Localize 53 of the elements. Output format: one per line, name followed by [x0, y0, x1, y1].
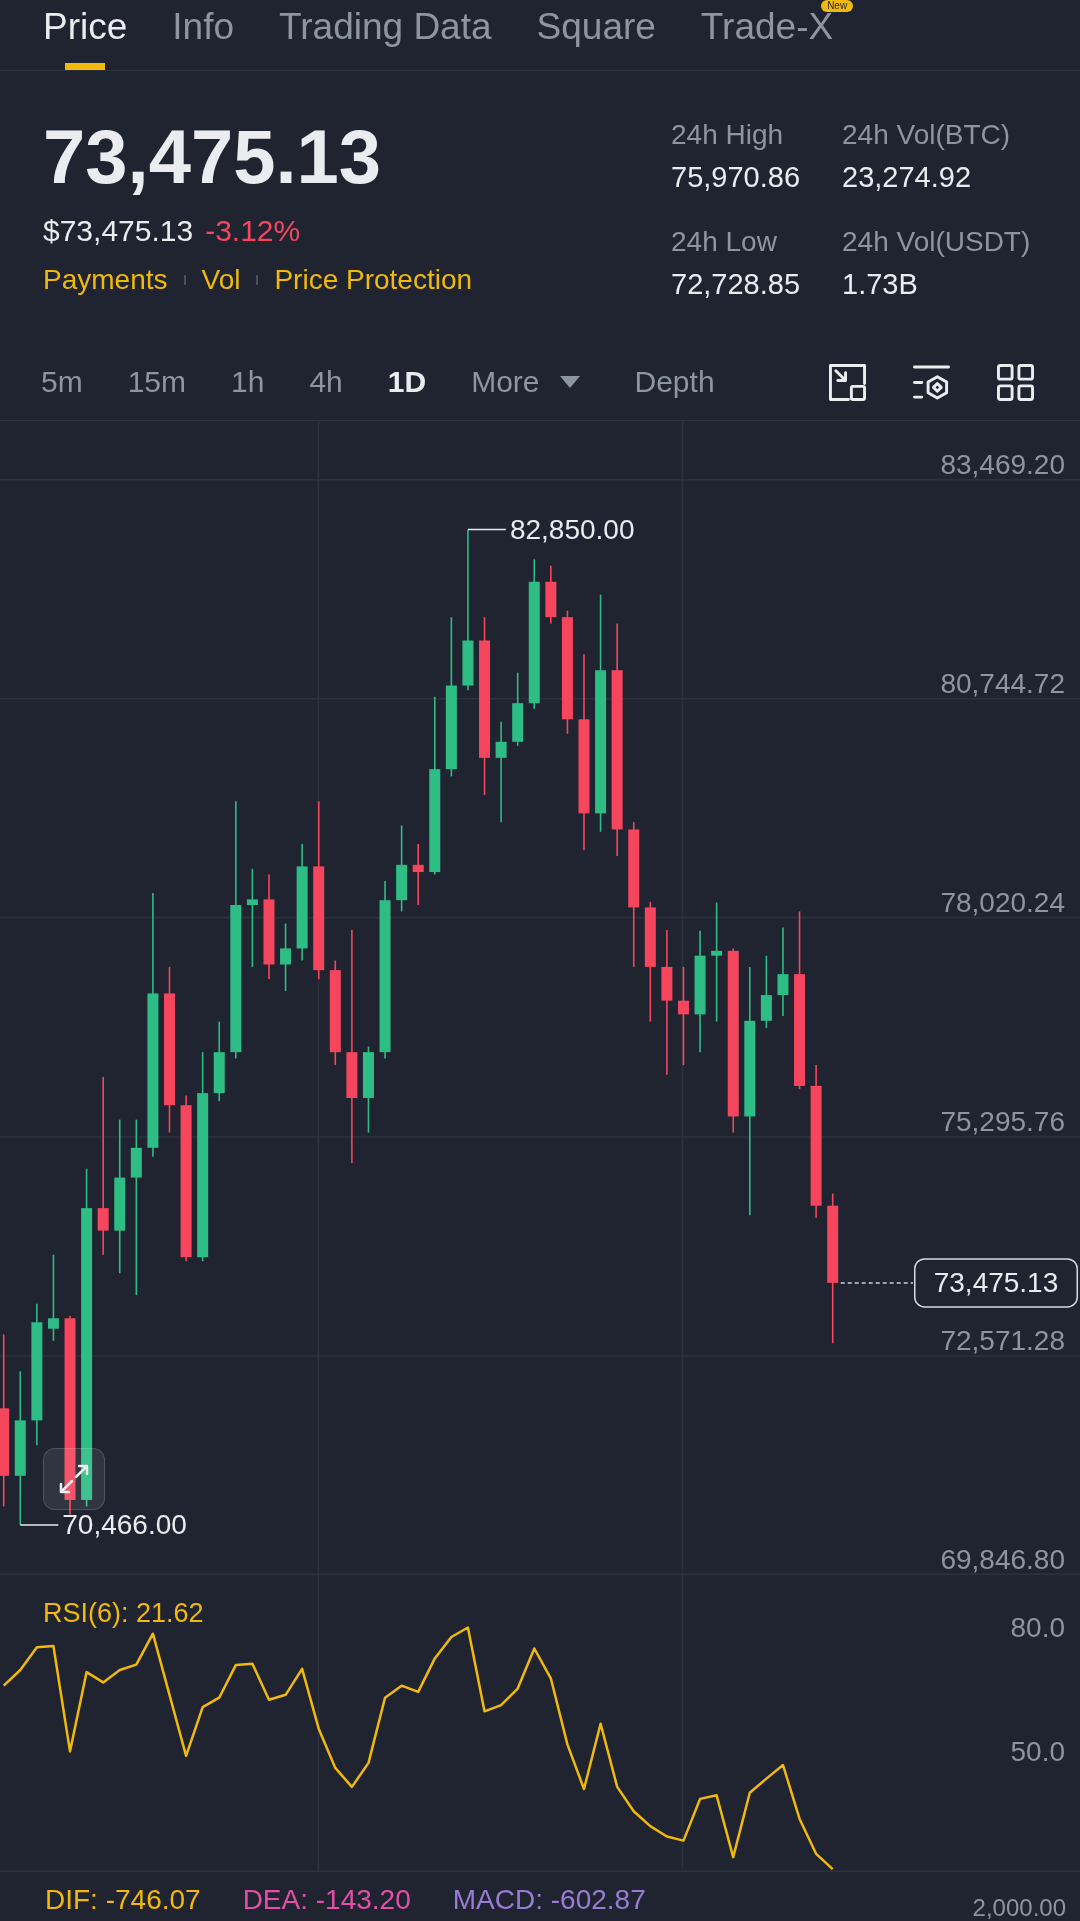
macd-legend-item: MACD: -602.87	[452, 1886, 646, 1914]
low-price-label: 70,466.00	[62, 1509, 187, 1541]
interval-tab[interactable]: 15m	[127, 367, 187, 397]
expand-button[interactable]	[43, 1448, 105, 1510]
price-axis-label: 72,571.28	[940, 1324, 1065, 1356]
rsi-axis-label: 50.0	[1010, 1736, 1065, 1768]
macd-legend-item: DIF: -746.07	[45, 1886, 201, 1914]
stat-label: 24h High	[671, 121, 784, 149]
rsi-axis-label: 80.0	[1010, 1612, 1065, 1644]
macd-axis-label: 2,000.00	[972, 1896, 1066, 1920]
last-price-label: 73,475.13	[914, 1258, 1078, 1308]
stat-label: 24h Low	[671, 228, 777, 256]
last-price: 73,475.13	[43, 119, 382, 195]
interval-tab[interactable]: 5m	[41, 367, 83, 397]
stat-label: 24h Vol(USDT)	[842, 228, 1031, 256]
high-price-label: 82,850.00	[509, 514, 635, 546]
interval-tab[interactable]: 4h	[309, 367, 343, 397]
tab[interactable]: Info	[172, 8, 235, 70]
usd-price: $73,475.13	[43, 216, 194, 246]
grid-icon[interactable]	[997, 363, 1034, 401]
candle	[412, 843, 424, 906]
more-dropdown[interactable]: More	[471, 367, 580, 397]
price-axis-label: 80,744.72	[940, 667, 1065, 699]
header-link[interactable]: Vol	[201, 266, 241, 294]
leader-line	[467, 528, 507, 531]
header-link[interactable]: Payments	[43, 266, 168, 294]
header-link[interactable]: Price Protection	[274, 266, 473, 294]
stat-value: 23,274.92	[842, 163, 971, 192]
lines-hexagon-icon[interactable]	[913, 363, 950, 401]
caret-icon	[559, 376, 580, 388]
candle	[280, 922, 292, 992]
macd-legend-item: DEA: -143.20	[242, 1886, 411, 1914]
stat-value: 72,728.85	[671, 270, 800, 299]
interval-tab[interactable]: 1D	[387, 367, 427, 397]
leader-line	[19, 1524, 60, 1526]
depth-tab[interactable]: Depth	[634, 367, 715, 397]
stat-value: 1.73B	[842, 270, 918, 299]
price-axis-label: 83,469.20	[940, 448, 1065, 480]
tab[interactable]: Trading Data	[279, 8, 492, 70]
price-axis-label: 78,020.24	[940, 886, 1065, 918]
candle	[545, 564, 557, 625]
tab[interactable]: Square	[536, 8, 656, 70]
diagonal-arrows-icon	[59, 1464, 89, 1494]
price-axis-label: 75,295.76	[940, 1105, 1065, 1137]
price-axis-label: 69,846.80	[940, 1544, 1065, 1575]
stat-label: 24h Vol(BTC)	[842, 121, 1011, 149]
interval-tab[interactable]: 1h	[231, 367, 265, 397]
tab[interactable]: Price	[43, 8, 128, 70]
new-badge: New	[821, 0, 854, 12]
stat-value: 75,970.86	[671, 163, 800, 192]
price-change: -3.12%	[205, 216, 301, 246]
window-arrow-icon[interactable]	[829, 363, 866, 401]
rsi-label: RSI(6): 21.62	[43, 1600, 204, 1627]
